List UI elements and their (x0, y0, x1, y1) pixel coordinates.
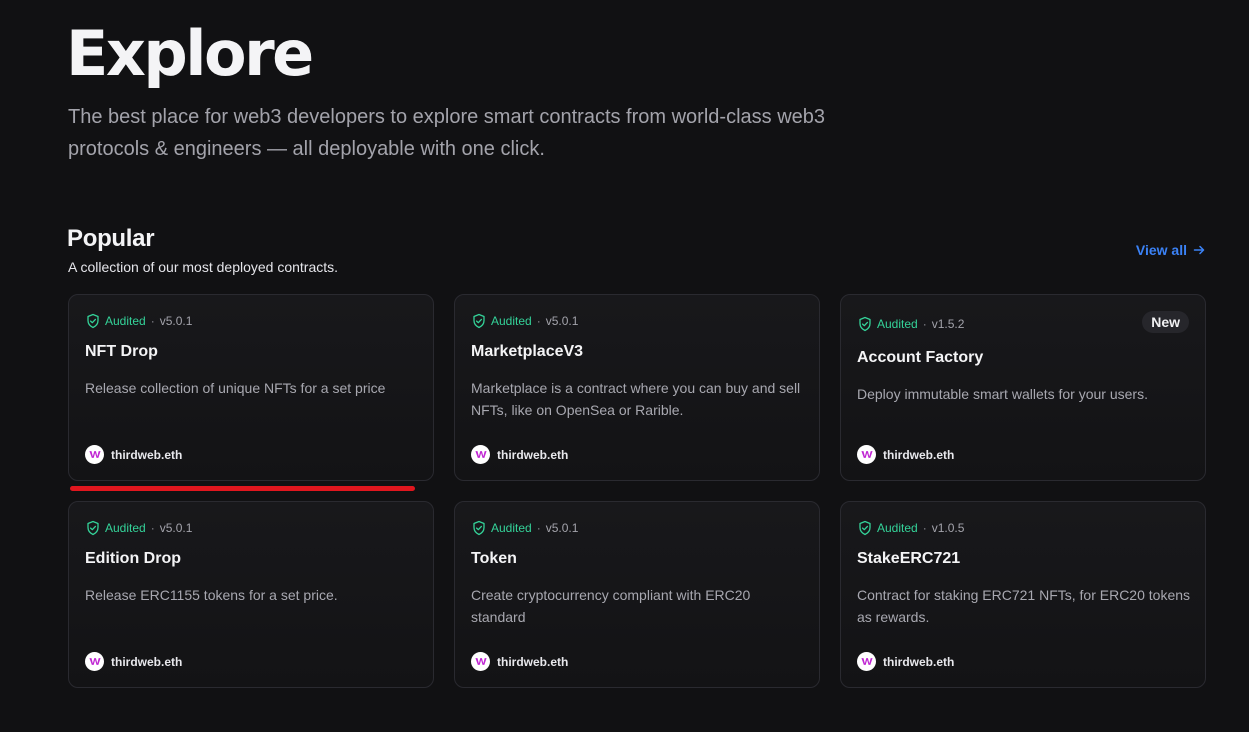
separator: · (536, 521, 541, 535)
shield-check-icon (85, 313, 101, 329)
version-label: v5.0.1 (545, 521, 579, 535)
contract-description: Marketplace is a contract where you can … (471, 380, 801, 418)
version-label: v5.0.1 (545, 314, 579, 328)
contract-title: Account Factory (857, 349, 984, 366)
contract-title: Token (471, 550, 517, 567)
audit-badge: Audited · v5.0.1 (85, 520, 192, 536)
arrow-right-icon (1193, 244, 1205, 256)
author[interactable]: thirdweb.eth (471, 445, 568, 464)
audited-label: Audited (491, 521, 532, 535)
audit-badge: Audited · v1.5.2 (857, 316, 964, 332)
audit-badge: Audited · v5.0.1 (471, 313, 578, 329)
thirdweb-logo-icon (857, 445, 876, 464)
contract-card-account-factory[interactable]: Audited · v1.5.2 New Account Factory Dep… (840, 294, 1206, 481)
audit-badge: Audited · v1.0.5 (857, 520, 964, 536)
contract-title: Edition Drop (85, 550, 181, 567)
contract-title: StakeERC721 (857, 550, 961, 567)
thirdweb-logo-icon (857, 652, 876, 671)
contract-title: MarketplaceV3 (471, 343, 584, 360)
author[interactable]: thirdweb.eth (471, 652, 568, 671)
shield-check-icon (471, 520, 487, 536)
author[interactable]: thirdweb.eth (857, 652, 954, 671)
version-label: v1.0.5 (931, 521, 965, 535)
page-subtitle: The best place for web3 developers to ex… (68, 106, 826, 160)
author[interactable]: thirdweb.eth (85, 652, 182, 671)
author-name: thirdweb.eth (497, 654, 569, 669)
author-name: thirdweb.eth (111, 654, 183, 669)
contract-description: Release collection of unique NFTs for a … (85, 380, 386, 396)
author-name: thirdweb.eth (497, 447, 569, 462)
thirdweb-logo-icon (471, 652, 490, 671)
version-label: v1.5.2 (931, 317, 965, 331)
shield-check-icon (857, 316, 873, 332)
audited-label: Audited (877, 317, 918, 331)
separator: · (536, 314, 541, 328)
page-title: Explore (66, 17, 314, 90)
version-label: v5.0.1 (159, 314, 193, 328)
author[interactable]: thirdweb.eth (857, 445, 954, 464)
separator: · (150, 314, 155, 328)
audit-badge: Audited · v5.0.1 (471, 520, 578, 536)
separator: · (922, 521, 927, 535)
contract-description: Contract for staking ERC721 NFTs, for ER… (857, 587, 1191, 625)
contract-card-edition-drop[interactable]: Audited · v5.0.1 Edition Drop Release ER… (68, 501, 434, 688)
view-all-link[interactable]: View all (1136, 242, 1205, 258)
audited-label: Audited (105, 521, 146, 535)
separator: · (922, 317, 927, 331)
shield-check-icon (471, 313, 487, 329)
thirdweb-logo-icon (85, 652, 104, 671)
contract-card-nft-drop[interactable]: Audited · v5.0.1 NFT Drop Release collec… (68, 294, 434, 481)
new-badge: New (1142, 311, 1189, 333)
separator: · (150, 521, 155, 535)
author[interactable]: thirdweb.eth (85, 445, 182, 464)
annotation-underline (70, 486, 415, 491)
contract-card-marketplacev3[interactable]: Audited · v5.0.1 MarketplaceV3 Marketpla… (454, 294, 820, 481)
contract-description: Release ERC1155 tokens for a set price. (85, 587, 338, 603)
author-name: thirdweb.eth (111, 447, 183, 462)
shield-check-icon (85, 520, 101, 536)
author-name: thirdweb.eth (883, 654, 955, 669)
audited-label: Audited (877, 521, 918, 535)
view-all-label: View all (1135, 242, 1187, 258)
thirdweb-logo-icon (471, 445, 490, 464)
version-label: v5.0.1 (159, 521, 193, 535)
audit-badge: Audited · v5.0.1 (85, 313, 192, 329)
section-subtitle: A collection of our most deployed contra… (68, 259, 339, 275)
shield-check-icon (857, 520, 873, 536)
section-title-popular: Popular (67, 225, 155, 252)
contract-description: Deploy immutable smart wallets for your … (857, 386, 1148, 402)
explore-page: Explore The best place for web3 develope… (0, 0, 1249, 732)
contract-card-stakeerc721[interactable]: Audited · v1.0.5 StakeERC721 Contract fo… (840, 501, 1206, 688)
thirdweb-logo-icon (85, 445, 104, 464)
contract-card-token[interactable]: Audited · v5.0.1 Token Create cryptocurr… (454, 501, 820, 688)
contract-description: Create cryptocurrency compliant with ERC… (471, 587, 751, 625)
author-name: thirdweb.eth (883, 447, 955, 462)
audited-label: Audited (491, 314, 532, 328)
audited-label: Audited (105, 314, 146, 328)
contract-title: NFT Drop (85, 343, 158, 360)
